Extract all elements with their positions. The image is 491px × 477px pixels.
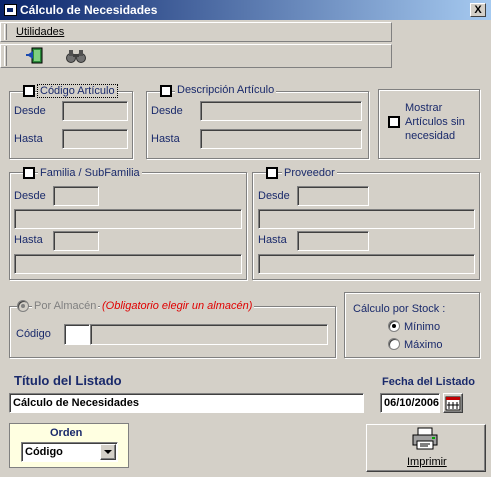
- binoculars-icon[interactable]: [64, 46, 88, 66]
- titulo-listado-field[interactable]: Cálculo de Necesidades: [9, 393, 364, 413]
- proveedor-title: Proveedor: [282, 167, 337, 179]
- familia-hasta-desc-field[interactable]: [14, 254, 242, 274]
- por-almacen-label: Por Almacén: [32, 300, 99, 312]
- codigo-articulo-title[interactable]: Código Artículo: [37, 84, 118, 98]
- fecha-listado-field[interactable]: 06/10/2006: [380, 393, 440, 413]
- mostrar-line-2: Artículos sin: [405, 116, 465, 128]
- mostrar-sin-necesidad-checkbox[interactable]: [388, 116, 400, 128]
- descripcion-hasta-field[interactable]: [200, 129, 362, 149]
- proveedor-hasta-label: Hasta: [258, 234, 287, 246]
- mostrar-line-1: Mostrar: [405, 102, 443, 114]
- calendar-icon: [445, 396, 461, 411]
- proveedor-hasta-desc-field[interactable]: [258, 254, 475, 274]
- codigo-desde-label: Desde: [14, 105, 46, 117]
- familia-hasta-label: Hasta: [14, 234, 43, 246]
- close-button[interactable]: X: [470, 3, 486, 17]
- codigo-hasta-field[interactable]: [62, 129, 128, 149]
- familia-checkbox[interactable]: [23, 167, 35, 179]
- menu-grip: [4, 24, 7, 40]
- stock-minimo-label: Mínimo: [404, 321, 441, 333]
- familia-desde-code-field[interactable]: [53, 186, 99, 206]
- titulo-listado-label: Título del Listado: [14, 373, 122, 388]
- imprimir-label: Imprimir: [407, 456, 447, 468]
- descripcion-hasta-label: Hasta: [151, 133, 180, 145]
- stock-title: Cálculo por Stock :: [353, 303, 446, 315]
- proveedor-desde-label: Desde: [258, 190, 290, 202]
- descripcion-articulo-title: Descripción Artículo: [175, 84, 277, 96]
- window-title: Cálculo de Necesidades: [20, 3, 158, 17]
- familia-hasta-code-field[interactable]: [53, 231, 99, 251]
- familia-desde-label: Desde: [14, 190, 46, 202]
- proveedor-hasta-code-field[interactable]: [297, 231, 369, 251]
- printer-icon: [410, 426, 440, 452]
- orden-dropdown-button[interactable]: [100, 444, 116, 460]
- proveedor-checkbox[interactable]: [266, 167, 278, 179]
- fecha-listado-label: Fecha del Listado: [382, 376, 475, 388]
- mostrar-line-3: necesidad: [405, 130, 456, 142]
- stock-minimo-radio[interactable]: [388, 320, 400, 332]
- almacen-required-note: (Obligatorio elegir un almacén): [100, 300, 255, 312]
- almacen-codigo-field[interactable]: [64, 324, 90, 345]
- menu-utilidades[interactable]: Utilidades: [16, 26, 64, 38]
- almacen-codigo-label: Código: [16, 328, 51, 340]
- codigo-desde-field[interactable]: [62, 101, 128, 121]
- calendar-button[interactable]: [443, 393, 463, 413]
- almacen-desc-field[interactable]: [90, 324, 328, 345]
- stock-maximo-label: Máximo: [404, 339, 443, 351]
- familia-desde-desc-field[interactable]: [14, 209, 242, 229]
- orden-label: Orden: [50, 427, 83, 439]
- chevron-down-icon: [104, 450, 112, 454]
- window-app-icon: [4, 4, 17, 16]
- proveedor-desde-desc-field[interactable]: [258, 209, 475, 229]
- descripcion-desde-label: Desde: [151, 105, 183, 117]
- codigo-articulo-checkbox[interactable]: [23, 85, 35, 97]
- toolbar: [0, 44, 392, 68]
- por-almacen-radio[interactable]: [17, 300, 29, 312]
- exit-door-icon[interactable]: [24, 46, 48, 66]
- stock-maximo-radio[interactable]: [388, 338, 400, 350]
- descripcion-articulo-checkbox[interactable]: [160, 85, 172, 97]
- toolbar-grip: [4, 46, 7, 66]
- codigo-hasta-label: Hasta: [14, 133, 43, 145]
- proveedor-desde-code-field[interactable]: [297, 186, 369, 206]
- descripcion-desde-field[interactable]: [200, 101, 362, 121]
- familia-title: Familia / SubFamilia: [38, 167, 142, 179]
